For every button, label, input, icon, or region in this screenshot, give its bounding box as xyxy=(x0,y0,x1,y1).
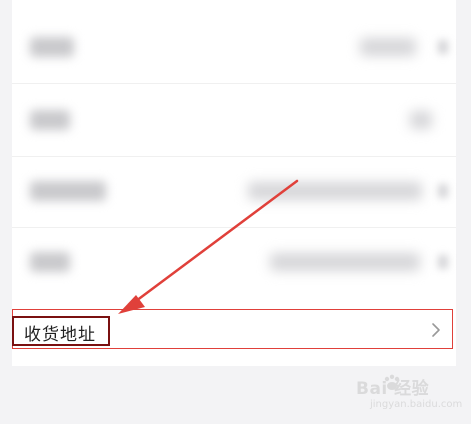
blurred-value xyxy=(410,111,432,129)
blurred-row-4[interactable] xyxy=(12,225,456,299)
blurred-label xyxy=(30,37,74,57)
chevron-right-icon xyxy=(432,323,440,337)
chevron-right-icon xyxy=(438,255,448,269)
chevron-right-icon xyxy=(438,184,448,198)
blurred-value xyxy=(270,253,420,271)
chevron-right-icon xyxy=(438,40,448,54)
shipping-address-label: 收货地址 xyxy=(24,325,96,345)
blurred-label xyxy=(30,252,70,272)
blurred-row-1[interactable] xyxy=(12,10,456,84)
watermark-brand: Bai 经验 xyxy=(356,379,430,399)
watermark-url: jingyan.baidu.com xyxy=(370,399,463,410)
blurred-row-2[interactable] xyxy=(12,83,456,157)
baidu-jingyan-watermark: Bai 经验 jingyan.baidu.com xyxy=(348,372,466,416)
shipping-address-row[interactable]: 收货地址 xyxy=(12,294,456,366)
blurred-row-3[interactable] xyxy=(12,154,456,228)
blurred-value xyxy=(248,182,422,200)
blurred-value xyxy=(360,38,416,56)
blurred-label xyxy=(30,110,70,130)
blurred-label xyxy=(30,181,106,201)
